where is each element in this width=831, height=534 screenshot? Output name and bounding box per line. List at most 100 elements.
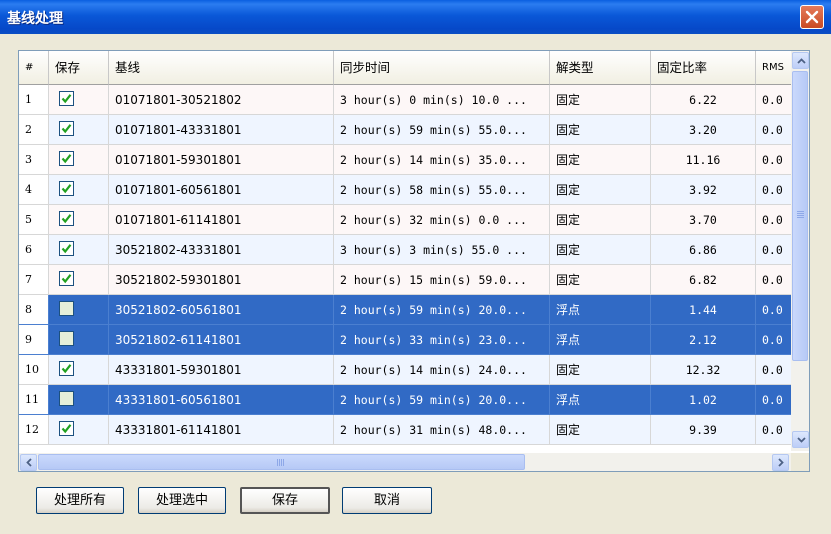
save-checkbox[interactable] xyxy=(59,331,74,346)
table-row[interactable]: 10 43331801-59301801 2 hour(s) 14 min(s) 2… xyxy=(19,355,796,385)
fixed-ratio-cell[interactable]: 6.82 xyxy=(651,265,756,295)
solution-type-cell[interactable]: 固定 xyxy=(550,415,651,445)
fixed-ratio-cell[interactable]: 3.92 xyxy=(651,175,756,205)
sync-time-cell[interactable]: 2 hour(s) 59 min(s) 20.0... xyxy=(334,385,550,415)
baseline-cell[interactable]: 43331801-59301801 xyxy=(109,355,334,385)
solution-type-cell[interactable]: 固定 xyxy=(550,355,651,385)
baseline-cell[interactable]: 43331801-60561801 xyxy=(109,385,334,415)
sync-time-cell[interactable]: 2 hour(s) 32 min(s) 0.0 ... xyxy=(334,205,550,235)
save-checkbox[interactable] xyxy=(59,241,74,256)
baseline-cell[interactable]: 01071801-30521802 xyxy=(109,85,334,115)
sync-time-cell[interactable]: 3 hour(s) 0 min(s) 10.0 ... xyxy=(334,85,550,115)
save-checkbox[interactable] xyxy=(59,391,74,406)
table-row[interactable]: 1 01071801-30521802 3 hour(s) 0 min(s) 10.… xyxy=(19,85,796,115)
row-index[interactable]: 8 xyxy=(19,295,49,325)
fixed-ratio-cell[interactable]: 2.12 xyxy=(651,325,756,355)
fixed-ratio-cell[interactable]: 6.22 xyxy=(651,85,756,115)
baseline-cell[interactable]: 30521802-43331801 xyxy=(109,235,334,265)
header-fixed-ratio[interactable]: 固定比率 xyxy=(651,51,756,85)
scroll-right-button[interactable] xyxy=(772,454,789,471)
title-bar[interactable]: 基线处理 xyxy=(0,0,831,34)
baseline-cell[interactable]: 01071801-43331801 xyxy=(109,115,334,145)
solution-type-cell[interactable]: 固定 xyxy=(550,205,651,235)
table-row[interactable]: 6 30521802-43331801 3 hour(s) 3 min(s) 55.… xyxy=(19,235,796,265)
save-checkbox[interactable] xyxy=(59,121,74,136)
fixed-ratio-cell[interactable]: 12.32 xyxy=(651,355,756,385)
fixed-ratio-cell[interactable]: 3.70 xyxy=(651,205,756,235)
solution-type-cell[interactable]: 固定 xyxy=(550,85,651,115)
solution-type-cell[interactable]: 浮点 xyxy=(550,325,651,355)
scroll-left-button[interactable] xyxy=(20,454,37,471)
fixed-ratio-cell[interactable]: 9.39 xyxy=(651,415,756,445)
vertical-scroll-thumb[interactable] xyxy=(792,71,808,361)
rms-cell[interactable]: 0.0 xyxy=(756,175,796,205)
row-index[interactable]: 4 xyxy=(19,175,49,205)
table-row[interactable]: 4 01071801-60561801 2 hour(s) 58 min(s) 55… xyxy=(19,175,796,205)
row-index[interactable]: 1 xyxy=(19,85,49,115)
table-row[interactable]: 9 30521802-61141801 2 hour(s) 33 min(s) 23… xyxy=(19,325,796,355)
rms-cell[interactable]: 0.0 xyxy=(756,235,796,265)
vertical-scrollbar[interactable] xyxy=(791,51,809,451)
close-button[interactable] xyxy=(800,5,824,29)
header-save[interactable]: 保存 xyxy=(49,51,109,85)
header-index[interactable]: # xyxy=(19,51,49,85)
fixed-ratio-cell[interactable]: 11.16 xyxy=(651,145,756,175)
row-index[interactable]: 6 xyxy=(19,235,49,265)
rms-cell[interactable]: 0.0 xyxy=(756,85,796,115)
row-index[interactable]: 9 xyxy=(19,325,49,355)
save-button[interactable]: 保存 xyxy=(240,487,330,514)
solution-type-cell[interactable]: 浮点 xyxy=(550,385,651,415)
fixed-ratio-cell[interactable]: 1.44 xyxy=(651,295,756,325)
row-index[interactable]: 12 xyxy=(19,415,49,445)
sync-time-cell[interactable]: 2 hour(s) 31 min(s) 48.0... xyxy=(334,415,550,445)
solution-type-cell[interactable]: 固定 xyxy=(550,115,651,145)
process-selected-button[interactable]: 处理选中 xyxy=(138,487,226,514)
row-index[interactable]: 11 xyxy=(19,385,49,415)
rms-cell[interactable]: 0.0 xyxy=(756,145,796,175)
sync-time-cell[interactable]: 2 hour(s) 58 min(s) 55.0... xyxy=(334,175,550,205)
table-row[interactable]: 7 30521802-59301801 2 hour(s) 15 min(s) 59… xyxy=(19,265,796,295)
table-row[interactable]: 2 01071801-43331801 2 hour(s) 59 min(s) 55… xyxy=(19,115,796,145)
header-solution-type[interactable]: 解类型 xyxy=(550,51,651,85)
rms-cell[interactable]: 0.0 xyxy=(756,355,796,385)
fixed-ratio-cell[interactable]: 1.02 xyxy=(651,385,756,415)
solution-type-cell[interactable]: 固定 xyxy=(550,235,651,265)
row-index[interactable]: 5 xyxy=(19,205,49,235)
save-checkbox[interactable] xyxy=(59,91,74,106)
baseline-cell[interactable]: 30521802-59301801 xyxy=(109,265,334,295)
header-rms[interactable]: RMS xyxy=(756,51,796,85)
rms-cell[interactable]: 0.0 xyxy=(756,265,796,295)
solution-type-cell[interactable]: 固定 xyxy=(550,145,651,175)
header-sync-time[interactable]: 同步时间 xyxy=(334,51,550,85)
baseline-cell[interactable]: 43331801-61141801 xyxy=(109,415,334,445)
solution-type-cell[interactable]: 浮点 xyxy=(550,295,651,325)
row-index[interactable]: 2 xyxy=(19,115,49,145)
rms-cell[interactable]: 0.0 xyxy=(756,295,796,325)
horizontal-scroll-thumb[interactable] xyxy=(38,454,525,470)
process-all-button[interactable]: 处理所有 xyxy=(36,487,124,514)
rms-cell[interactable]: 0.0 xyxy=(756,385,796,415)
save-checkbox[interactable] xyxy=(59,151,74,166)
rms-cell[interactable]: 0.0 xyxy=(756,415,796,445)
scroll-up-button[interactable] xyxy=(792,52,809,69)
fixed-ratio-cell[interactable]: 6.86 xyxy=(651,235,756,265)
baseline-cell[interactable]: 30521802-60561801 xyxy=(109,295,334,325)
solution-type-cell[interactable]: 固定 xyxy=(550,265,651,295)
save-checkbox[interactable] xyxy=(59,211,74,226)
sync-time-cell[interactable]: 2 hour(s) 14 min(s) 24.0... xyxy=(334,355,550,385)
sync-time-cell[interactable]: 2 hour(s) 15 min(s) 59.0... xyxy=(334,265,550,295)
sync-time-cell[interactable]: 3 hour(s) 3 min(s) 55.0 ... xyxy=(334,235,550,265)
save-checkbox[interactable] xyxy=(59,421,74,436)
baseline-cell[interactable]: 01071801-61141801 xyxy=(109,205,334,235)
row-index[interactable]: 7 xyxy=(19,265,49,295)
sync-time-cell[interactable]: 2 hour(s) 59 min(s) 20.0... xyxy=(334,295,550,325)
save-checkbox[interactable] xyxy=(59,181,74,196)
solution-type-cell[interactable]: 固定 xyxy=(550,175,651,205)
table-row[interactable]: 3 01071801-59301801 2 hour(s) 14 min(s) 35… xyxy=(19,145,796,175)
scroll-down-button[interactable] xyxy=(792,431,809,448)
table-row[interactable]: 8 30521802-60561801 2 hour(s) 59 min(s) 20… xyxy=(19,295,796,325)
baseline-cell[interactable]: 01071801-60561801 xyxy=(109,175,334,205)
rms-cell[interactable]: 0.0 xyxy=(756,115,796,145)
baseline-cell[interactable]: 30521802-61141801 xyxy=(109,325,334,355)
row-index[interactable]: 10 xyxy=(19,355,49,385)
